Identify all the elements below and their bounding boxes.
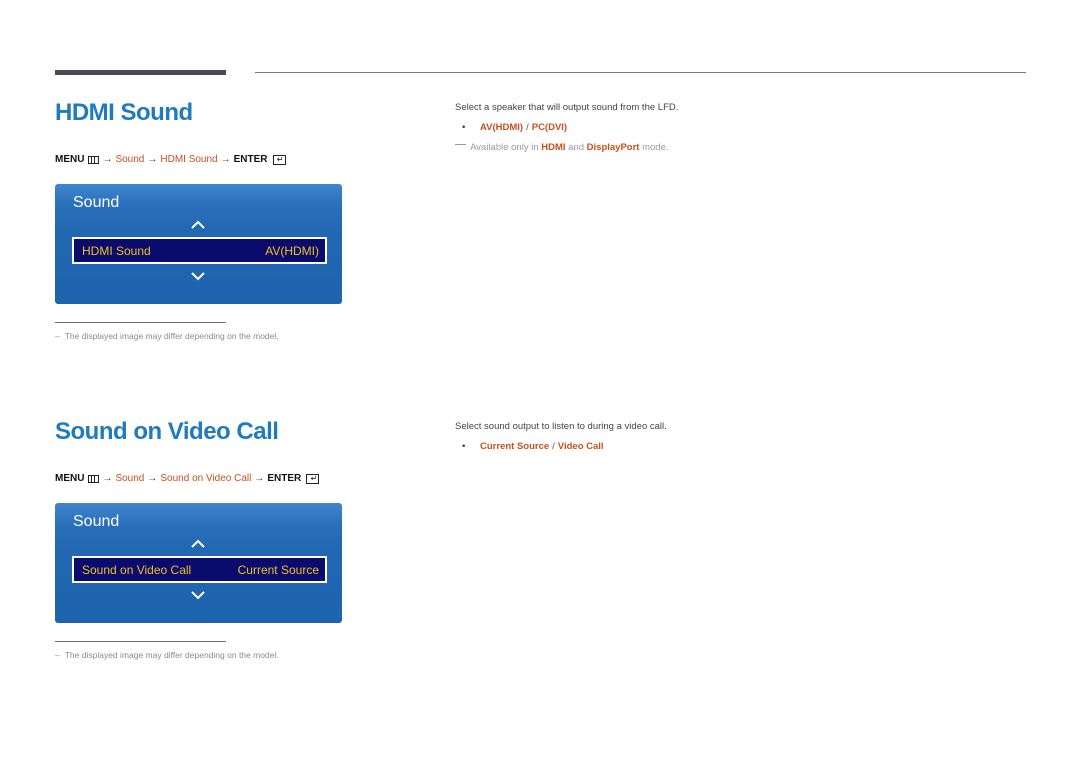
note-suffix: mode. xyxy=(642,142,669,153)
osd-selected-row[interactable]: Sound on Video Call Current Source xyxy=(72,556,327,583)
footnote-divider xyxy=(55,322,226,323)
enter-icon: ↵ xyxy=(306,473,320,484)
chevron-up-icon[interactable] xyxy=(190,218,206,230)
chevron-up-icon[interactable] xyxy=(190,537,206,549)
menu-step-sound: Sound xyxy=(115,154,145,165)
arrow-icon: → xyxy=(147,154,158,165)
osd-title: Sound xyxy=(73,194,120,211)
section-title: HDMI Sound xyxy=(55,99,193,126)
chevron-down-icon[interactable] xyxy=(190,270,206,282)
osd-panel: Sound HDMI Sound AV(HDMI) xyxy=(55,184,342,304)
note-displayport: DisplayPort xyxy=(586,142,640,153)
option-separator: / xyxy=(526,122,529,133)
note-middle: and xyxy=(568,142,585,153)
header-rule-thin xyxy=(255,72,1026,73)
arrow-icon: → xyxy=(147,473,158,484)
availability-note: Available only in HDMI and DisplayPort m… xyxy=(455,142,669,153)
menu-icon xyxy=(88,474,100,483)
menu-label: MENU xyxy=(55,473,85,484)
enter-icon: ↵ xyxy=(272,154,286,165)
menu-label: MENU xyxy=(55,154,85,165)
osd-item-label: HDMI Sound xyxy=(82,243,151,258)
osd-selected-row[interactable]: HDMI Sound AV(HDMI) xyxy=(72,237,327,264)
footnote: – The displayed image may differ dependin… xyxy=(55,650,279,660)
footnote-divider xyxy=(55,641,226,642)
footnote: – The displayed image may differ dependin… xyxy=(55,331,279,341)
enter-label: ENTER xyxy=(267,473,302,484)
footnote-text: The displayed image may differ depending… xyxy=(64,650,279,660)
option-separator: / xyxy=(552,441,555,452)
arrow-icon: → xyxy=(254,473,265,484)
section-title: Sound on Video Call xyxy=(55,418,279,445)
arrow-icon: → xyxy=(102,473,113,484)
menu-step-sound-on-video-call: Sound on Video Call xyxy=(160,473,252,484)
description: Select sound output to listen to during … xyxy=(455,421,667,432)
header-rule-thick xyxy=(55,70,226,75)
option-pc-dvi: PC(DVI) xyxy=(531,122,568,133)
osd-item-value: Current Source xyxy=(237,562,319,577)
option-current-source: Current Source xyxy=(480,441,550,452)
chevron-down-icon[interactable] xyxy=(190,589,206,601)
osd-item-label: Sound on Video Call xyxy=(82,562,192,577)
arrow-icon: → xyxy=(220,154,231,165)
osd-panel: Sound Sound on Video Call Current Source xyxy=(55,503,342,623)
note-dash-icon xyxy=(455,143,466,145)
footnote-dash: – xyxy=(55,331,60,341)
bullet-icon: • xyxy=(462,441,466,452)
footnote-dash: – xyxy=(55,650,60,660)
note-hdmi: HDMI xyxy=(541,142,566,153)
osd-item-value: AV(HDMI) xyxy=(265,243,319,258)
arrow-icon: → xyxy=(102,154,113,165)
menu-step-hdmi-sound: HDMI Sound xyxy=(160,154,218,165)
description: Select a speaker that will output sound … xyxy=(455,102,679,113)
enter-label: ENTER xyxy=(233,154,268,165)
menu-path: MENU → Sound → Sound on Video Call → ENT… xyxy=(55,473,320,484)
menu-path: MENU → Sound → HDMI Sound → ENTER ↵ xyxy=(55,154,286,165)
menu-step-sound: Sound xyxy=(115,473,145,484)
menu-icon xyxy=(88,155,100,164)
option-list: • Current Source / Video Call xyxy=(462,441,604,452)
option-list: • AV(HDMI) / PC(DVI) xyxy=(462,122,567,133)
option-av-hdmi: AV(HDMI) xyxy=(480,122,524,133)
osd-title: Sound xyxy=(73,513,120,530)
footnote-text: The displayed image may differ depending… xyxy=(64,331,279,341)
note-prefix: Available only in xyxy=(470,142,539,153)
option-video-call: Video Call xyxy=(557,441,604,452)
bullet-icon: • xyxy=(462,122,466,133)
